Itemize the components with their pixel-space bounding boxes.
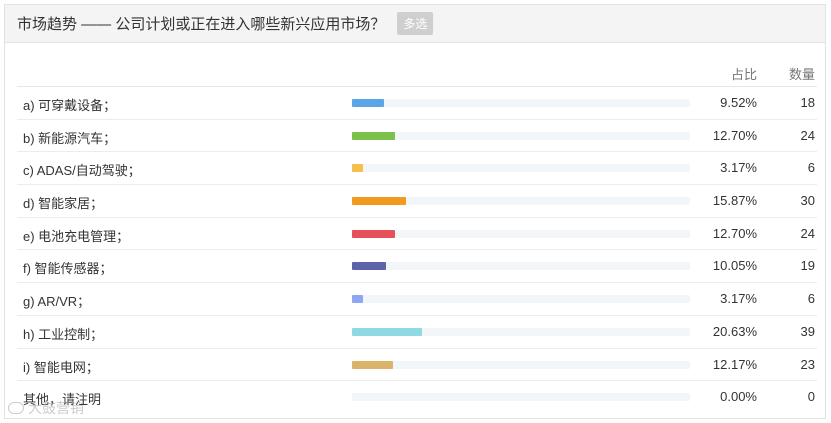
bar	[352, 99, 385, 107]
panel-header: 市场趋势 —— 公司计划或正在进入哪些新兴应用市场？ 多选	[5, 5, 825, 43]
count-value: 24	[800, 127, 815, 143]
survey-panel: 市场趋势 —— 公司计划或正在进入哪些新兴应用市场？ 多选 占比 数量 a) 可…	[4, 4, 826, 419]
bar	[352, 229, 395, 238]
percent-value: 0.00%	[720, 389, 757, 405]
count-value: 23	[800, 356, 815, 372]
bar	[352, 360, 394, 369]
option-label: c) ADAS/自动驾驶；	[23, 163, 141, 179]
question-title: 市场趋势 —— 公司计划或正在进入哪些新兴应用市场？	[17, 16, 386, 33]
count-value: 39	[800, 323, 815, 339]
table-row: b) 新能源汽车； 12.70% 24	[17, 120, 817, 153]
table-row: g) AR/VR； 3.17% 6	[17, 283, 817, 316]
percent-value: 12.70%	[712, 225, 757, 241]
bar-track	[352, 99, 690, 107]
bar	[352, 295, 363, 304]
table-row: a) 可穿戴设备； 9.52% 18	[17, 87, 817, 120]
count-column-header: 数量	[788, 67, 815, 82]
multi-select-badge: 多选	[397, 12, 434, 35]
bar	[352, 262, 386, 271]
table-row: f) 智能传感器； 10.05% 19	[17, 250, 817, 284]
count-value: 18	[800, 95, 815, 110]
percent-column-header: 占比	[730, 67, 757, 82]
percent-value: 15.87%	[712, 193, 757, 209]
watermark: 大鼓营销	[8, 398, 84, 418]
option-label: g) AR/VR；	[23, 294, 91, 310]
watermark-logo-icon	[8, 402, 24, 414]
bar-track	[352, 393, 690, 402]
count-value: 6	[807, 160, 815, 176]
table-row: c) ADAS/自动驾驶； 3.17% 6	[17, 152, 817, 186]
percent-value: 3.17%	[720, 291, 757, 307]
option-label: e) 电池充电管理；	[23, 228, 130, 244]
table-row: i) 智能电网； 12.17% 23	[17, 349, 817, 382]
count-value: 24	[800, 225, 815, 241]
count-value: 30	[800, 193, 815, 209]
percent-value: 9.52%	[720, 95, 757, 110]
option-label: d) 智能家居；	[23, 196, 104, 212]
watermark-text: 大鼓营销	[28, 400, 84, 416]
bar-track	[352, 262, 690, 271]
option-label: f) 智能传感器；	[23, 261, 113, 277]
bar-track	[352, 360, 690, 369]
bar-track	[352, 295, 690, 304]
count-value: 0	[807, 389, 815, 405]
percent-value: 20.63%	[712, 323, 757, 339]
bar	[352, 197, 406, 206]
percent-value: 3.17%	[720, 160, 757, 176]
bar-track	[352, 197, 690, 206]
bar-track	[352, 164, 690, 173]
option-label: i) 智能电网；	[23, 359, 99, 375]
option-label: a) 可穿戴设备；	[23, 98, 117, 113]
table-row: h) 工业控制； 20.63% 39	[17, 316, 817, 349]
bar-track	[352, 327, 690, 336]
table-header: 占比 数量	[17, 59, 817, 87]
count-value: 6	[807, 291, 815, 307]
percent-value: 10.05%	[712, 258, 757, 274]
table-row: 其他，请注明 0.00% 0	[17, 381, 817, 414]
option-label: h) 工业控制；	[23, 326, 104, 342]
results-table: 占比 数量 a) 可穿戴设备； 9.52% 18 b) 新能源汽车； 12.70% 24 c…	[17, 59, 817, 414]
bar	[352, 164, 363, 173]
percent-value: 12.70%	[712, 127, 757, 143]
table-row: e) 电池充电管理； 12.70% 24	[17, 218, 817, 251]
bar-track	[352, 229, 690, 238]
bar-track	[352, 131, 690, 140]
bar	[352, 131, 395, 140]
results-rows: a) 可穿戴设备； 9.52% 18 b) 新能源汽车； 12.70% 24 c) ADAS…	[17, 87, 817, 414]
count-value: 19	[800, 258, 815, 274]
percent-value: 12.17%	[712, 356, 757, 372]
table-row: d) 智能家居； 15.87% 30	[17, 185, 817, 218]
bar	[352, 327, 422, 336]
option-label: b) 新能源汽车；	[23, 130, 117, 146]
